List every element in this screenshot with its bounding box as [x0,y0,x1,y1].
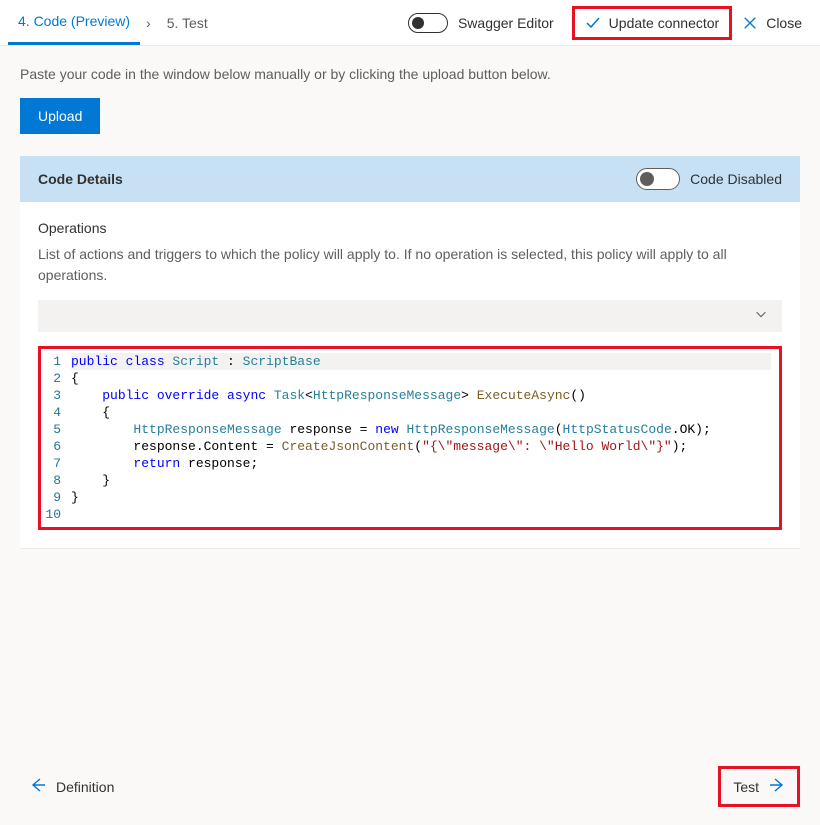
code-line: 10 [45,506,771,523]
next-test-link[interactable]: Test [723,771,795,802]
operations-dropdown[interactable] [38,300,782,332]
upload-button[interactable]: Upload [20,98,100,134]
intro-text: Paste your code in the window below manu… [20,66,800,82]
code-line: 8 } [45,472,771,489]
update-connector-button[interactable]: Update connector [572,6,733,40]
checkmark-icon [585,15,601,31]
code-line: 4 { [45,404,771,421]
prev-definition-link[interactable]: Definition [20,771,124,802]
code-line: 1public class Script : ScriptBase [45,353,771,370]
close-button[interactable]: Close [732,9,812,37]
code-line: 7 return response; [45,455,771,472]
code-disabled-label: Code Disabled [690,171,782,187]
tab-code-preview[interactable]: 4. Code (Preview) [8,1,140,45]
code-disabled-toggle[interactable] [636,168,680,190]
operations-description: List of actions and triggers to which th… [38,244,782,286]
prev-label: Definition [56,779,114,795]
close-icon [742,15,758,31]
next-label: Test [733,779,759,795]
chevron-down-icon [754,307,768,326]
code-line: 9} [45,489,771,506]
code-line: 2{ [45,370,771,387]
code-line: 6 response.Content = CreateJsonContent("… [45,438,771,455]
operations-title: Operations [38,220,782,236]
code-line: 3 public override async Task<HttpRespons… [45,387,771,404]
swagger-editor-toggle[interactable] [408,13,448,33]
tab-test[interactable]: 5. Test [157,1,218,45]
arrow-right-icon [769,777,785,796]
code-editor[interactable]: 1public class Script : ScriptBase2{3 pub… [38,346,782,530]
swagger-editor-label: Swagger Editor [458,15,554,31]
code-details-title: Code Details [38,171,123,187]
chevron-right-icon: › [140,15,157,31]
code-line: 5 HttpResponseMessage response = new Htt… [45,421,771,438]
arrow-left-icon [30,777,46,796]
close-label: Close [766,15,802,31]
update-connector-label: Update connector [609,15,720,31]
